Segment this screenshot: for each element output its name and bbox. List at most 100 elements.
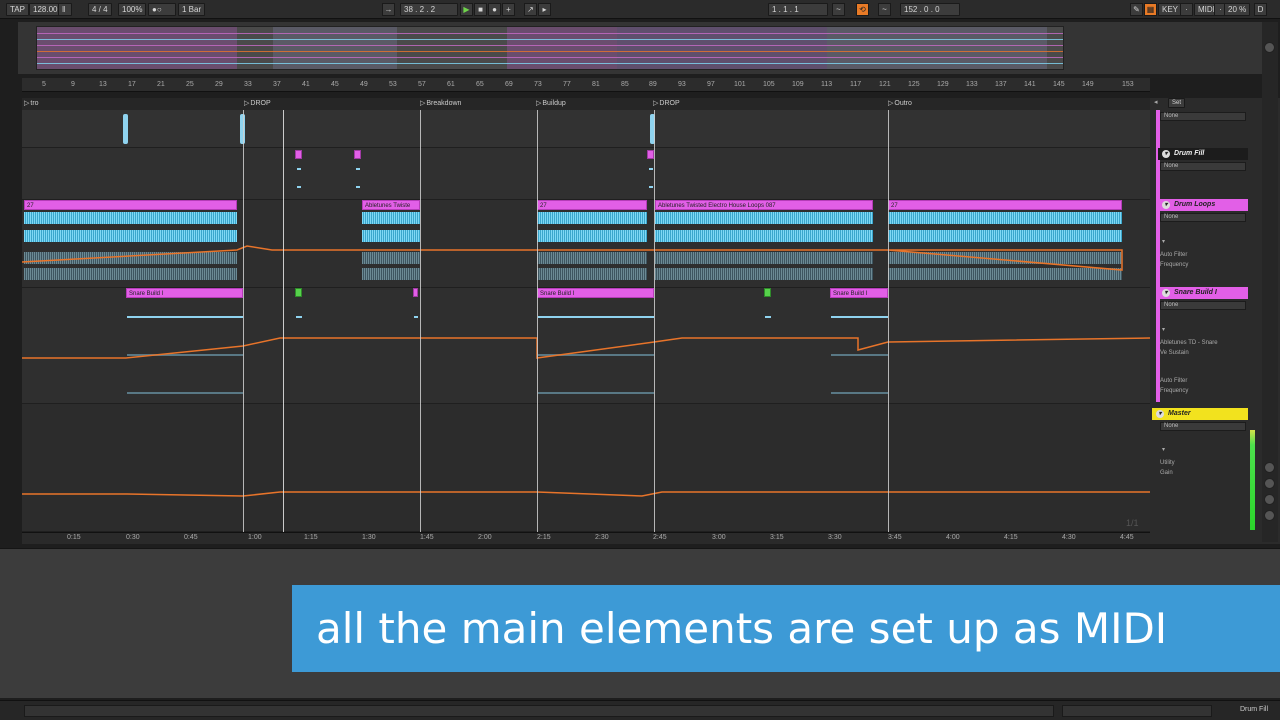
view-toggle-icon[interactable] (1264, 494, 1275, 505)
cpu-meter: 20 % (1224, 3, 1250, 16)
automation-device[interactable]: Abletunes TD - Snare (1160, 338, 1218, 348)
bar-number: 21 (157, 81, 165, 88)
input-select[interactable]: None (1160, 213, 1246, 222)
time-tick: 2:15 (537, 534, 551, 541)
bar-number: 149 (1082, 81, 1094, 88)
key-input-icon[interactable]: · (1180, 3, 1193, 16)
locator-line (888, 110, 889, 532)
track-header-drum-loops[interactable]: ▾ Drum Loops (1158, 199, 1248, 211)
time-tick: 4:45 (1120, 534, 1134, 541)
input-select[interactable]: None (1160, 301, 1246, 310)
arrangement-view[interactable]: 27 Abletunes Twiste 27 Abletunes Twisted… (22, 110, 1150, 532)
arrangement-overview[interactable] (36, 26, 1064, 70)
fold-icon[interactable]: ▾ (1162, 289, 1170, 297)
bar-number: 133 (966, 81, 978, 88)
time-tick: 4:30 (1062, 534, 1076, 541)
bar-number: 29 (215, 81, 223, 88)
locator-breakdown[interactable]: Breakdown (420, 99, 461, 107)
bar-number: 73 (534, 81, 542, 88)
loop-switch-button[interactable]: ⟲ (856, 3, 869, 16)
nudge-icon[interactable]: ‖ (58, 3, 72, 16)
automation-arm-icon[interactable]: ↗ (524, 3, 537, 16)
bar-number: 89 (649, 81, 657, 88)
overdub-button[interactable]: + (502, 3, 515, 16)
automation-parameter[interactable]: Gain (1160, 468, 1173, 478)
punch-in-icon[interactable]: ~ (832, 3, 845, 16)
set-button[interactable]: Set (1168, 98, 1186, 108)
bar-number: 101 (734, 81, 746, 88)
bar-number: 53 (389, 81, 397, 88)
bar-number: 69 (505, 81, 513, 88)
follow-icon[interactable]: → (382, 3, 395, 16)
playhead-line (283, 110, 284, 532)
automation-parameter[interactable]: Frequency (1160, 386, 1188, 396)
track-header-master[interactable]: ▾ Master (1152, 408, 1248, 420)
hd-overload-icon: D (1254, 3, 1267, 16)
stop-button[interactable]: ■ (474, 3, 487, 16)
vertical-scrollbar[interactable] (1262, 22, 1278, 542)
quantize-select[interactable]: 1 Bar (178, 3, 206, 16)
automation-parameter[interactable]: Ve Sustain (1160, 348, 1189, 358)
locator-line (243, 110, 244, 532)
time-tick: 0:15 (67, 534, 81, 541)
beat-time-ruler[interactable]: 5 9 13 17 21 25 29 33 37 41 45 49 53 57 … (22, 78, 1150, 92)
track-header-snare-build[interactable]: ▾ Snare Build I (1158, 287, 1248, 299)
view-toggle-icon[interactable] (1264, 42, 1275, 53)
automation-device[interactable]: Auto Filter (1160, 376, 1187, 386)
loop-start-field[interactable]: 1 . 1 . 1 (768, 3, 828, 16)
expand-icon[interactable]: ▾ (1162, 238, 1165, 245)
locator-drop[interactable]: DROP (244, 99, 270, 107)
tap-tempo-button[interactable]: TAP (6, 3, 29, 16)
expand-icon[interactable]: ▾ (1162, 326, 1165, 333)
fold-icon[interactable]: ▾ (1162, 201, 1170, 209)
input-select[interactable]: None (1160, 112, 1246, 121)
view-toggle-icon[interactable] (1264, 510, 1275, 521)
bar-number: 65 (476, 81, 484, 88)
time-tick: 2:30 (595, 534, 609, 541)
input-select[interactable]: None (1160, 422, 1246, 431)
back-to-arrangement-icon[interactable]: ▸ (538, 3, 551, 16)
bar-number: 141 (1024, 81, 1036, 88)
automation-envelopes[interactable] (22, 110, 1150, 532)
computer-keyboard-icon[interactable]: ▦ (1144, 3, 1157, 16)
loop-length-field[interactable]: 152 . 0 . 0 (900, 3, 960, 16)
time-signature-field[interactable]: 4 / 4 (88, 3, 112, 16)
punch-out-icon[interactable]: ~ (878, 3, 891, 16)
tutorial-caption: all the main elements are set up as MIDI (292, 585, 1280, 672)
metronome-icon[interactable]: ●○ (148, 3, 176, 16)
fold-icon[interactable]: ▾ (1156, 410, 1164, 418)
arrangement-position[interactable]: 38 . 2 . 2 (400, 3, 458, 16)
key-map-button[interactable]: KEY (1158, 3, 1183, 16)
fold-icon[interactable]: ▾ (1162, 150, 1170, 158)
selected-track-label[interactable]: Drum Fill (1240, 706, 1268, 713)
view-toggle-icon[interactable] (1264, 462, 1275, 473)
track-header-drum-fill[interactable]: ▾ Drum Fill (1158, 148, 1248, 160)
time-ruler[interactable]: 0:15 0:30 0:45 1:00 1:15 1:30 1:45 2:00 … (22, 532, 1150, 544)
locator-drop-2[interactable]: DROP (653, 99, 679, 107)
view-toggle-icon[interactable] (1264, 478, 1275, 489)
locator-outro[interactable]: Outro (888, 99, 912, 107)
draw-mode-icon[interactable]: ✎ (1130, 3, 1143, 16)
bar-number: 117 (850, 81, 862, 88)
bar-number: 61 (447, 81, 455, 88)
automation-device[interactable]: Utility (1160, 458, 1175, 468)
clip-selector[interactable] (1062, 705, 1212, 717)
bar-number: 85 (621, 81, 629, 88)
automation-parameter[interactable]: Frequency (1160, 260, 1188, 270)
set-icon[interactable]: ◂ (1154, 98, 1166, 108)
bar-number: 129 (937, 81, 949, 88)
bar-number: 113 (821, 81, 833, 88)
locator-buildup[interactable]: Buildup (536, 99, 565, 107)
zoom-field[interactable]: 100% (118, 3, 147, 16)
locator-intro[interactable]: tro (24, 99, 38, 107)
status-bar: Drum Fill (0, 700, 1280, 720)
automation-device[interactable]: Auto Filter (1160, 250, 1187, 260)
input-select[interactable]: None (1160, 162, 1246, 171)
tempo-field[interactable]: 128.00 (29, 3, 62, 16)
zoom-indicator: 1/1 (1126, 518, 1139, 528)
bar-number: 37 (273, 81, 281, 88)
play-button[interactable]: ▶ (460, 3, 473, 16)
track-header-panel: ◂ Set None ▾ Drum Fill None ▾ Drum Loops N… (1150, 98, 1280, 544)
record-button[interactable]: ● (488, 3, 501, 16)
expand-icon[interactable]: ▾ (1162, 446, 1165, 453)
